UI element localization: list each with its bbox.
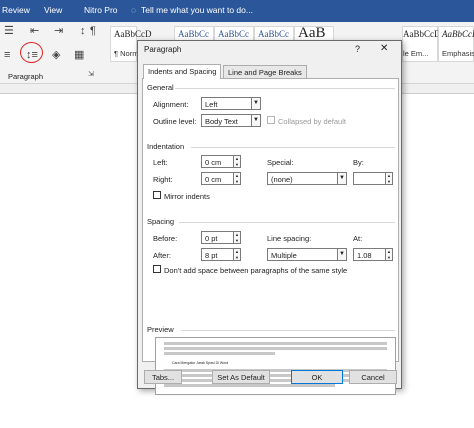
alignment-select[interactable]: Left ▼ (201, 97, 261, 110)
mirror-indents-label: Mirror indents (164, 192, 210, 201)
red-highlight-circle (20, 42, 43, 63)
right-indent-label: Right: (153, 175, 173, 184)
spinner[interactable]: ▲ ▼ (233, 248, 241, 261)
special-select[interactable]: (none) ▼ (267, 172, 347, 185)
at-label: At: (353, 234, 363, 243)
tab-nitro-pro[interactable]: Nitro Pro (84, 5, 118, 15)
chevron-down-icon: ▼ (337, 248, 347, 261)
paragraph-dialog: Paragraph ? ✕ Indents and Spacing Line a… (137, 40, 402, 395)
decrease-indent-icon[interactable]: ⇤ (30, 26, 39, 37)
outline-level-select[interactable]: Body Text ▼ (201, 114, 261, 127)
left-indent-input[interactable]: 0 cm ▲ ▼ (201, 155, 241, 168)
tab-line-and-page-breaks[interactable]: Line and Page Breaks (223, 65, 307, 78)
divider (175, 88, 395, 89)
title-bar: Review View Nitro Pro ◌ Tell me what you… (0, 0, 474, 22)
indentation-section-title: Indentation (147, 142, 185, 151)
justify-icon[interactable]: ≡ (4, 50, 10, 61)
dont-add-space-label: Don't add space between paragraphs of th… (164, 266, 348, 275)
spinner[interactable]: ▲ ▼ (233, 155, 241, 168)
divider (181, 330, 395, 331)
chevron-down-icon: ▼ (251, 114, 261, 127)
tell-me-box[interactable]: Tell me what you want to do... (141, 5, 253, 15)
special-label: Special: (267, 158, 294, 167)
dont-add-space-checkbox[interactable] (153, 265, 161, 273)
after-input[interactable]: 8 pt ▲ ▼ (201, 248, 241, 261)
by-input[interactable]: ▲ ▼ (353, 172, 393, 185)
divider (191, 147, 395, 148)
tab-review[interactable]: Review (2, 5, 30, 15)
paragraph-group-label: Paragraph (8, 72, 44, 81)
preview-section-title: Preview (147, 325, 174, 334)
style-emphasis[interactable]: AaBbCcDc Emphasis (438, 26, 474, 62)
pilcrow-icon[interactable]: ¶ (90, 26, 96, 37)
tab-panel: General Alignment: Left ▼ Outline level:… (142, 78, 399, 395)
collapsed-checkbox[interactable] (267, 116, 275, 124)
preview-box: Cara Mengatur Jarak Spasi Di Word (155, 337, 396, 395)
mirror-indents-checkbox[interactable] (153, 191, 161, 199)
preview-line (164, 342, 387, 345)
spinner[interactable]: ▲ ▼ (385, 172, 393, 185)
cancel-button[interactable]: Cancel (349, 370, 397, 384)
dialog-launcher-icon[interactable]: ⇲ (88, 71, 94, 78)
tab-indents-and-spacing[interactable]: Indents and Spacing (143, 64, 222, 79)
dialog-title: Paragraph (144, 45, 182, 54)
tab-view[interactable]: View (44, 5, 62, 15)
preview-line (164, 384, 335, 387)
collapsed-label: Collapsed by default (278, 117, 346, 126)
set-as-default-button[interactable]: Set As Default (212, 370, 270, 384)
sort-icon[interactable]: ↕ (80, 26, 86, 37)
lightbulb-icon: ◌ (131, 5, 137, 15)
preview-text: Cara Mengatur Jarak Spasi Di Word (172, 361, 229, 365)
line-spacing-select[interactable]: Multiple ▼ (267, 248, 347, 261)
spinner[interactable]: ▲ ▼ (233, 231, 241, 244)
after-label: After: (153, 251, 171, 260)
chevron-down-icon: ▼ (337, 172, 347, 185)
by-label: By: (353, 158, 364, 167)
help-icon[interactable]: ? (355, 44, 360, 54)
spinner[interactable]: ▲ ▼ (385, 248, 393, 261)
before-input[interactable]: 0 pt ▲ ▼ (201, 231, 241, 244)
close-icon[interactable]: ✕ (380, 43, 388, 54)
at-input[interactable]: 1.08 ▲ ▼ (353, 248, 393, 261)
borders-icon[interactable]: ▦ (74, 50, 84, 61)
tabs-button[interactable]: Tabs... (144, 370, 182, 384)
outline-level-label: Outline level: (153, 117, 197, 126)
before-label: Before: (153, 234, 178, 243)
spinner[interactable]: ▲ ▼ (233, 172, 241, 185)
bullets-icon[interactable]: ☰ (4, 26, 14, 37)
increase-indent-icon[interactable]: ⇥ (54, 26, 63, 37)
left-indent-label: Left: (153, 158, 168, 167)
preview-line (164, 347, 387, 350)
general-section-title: General (147, 83, 174, 92)
style-normal[interactable]: AaBbCcD ¶ Norm (110, 26, 152, 62)
preview-line (164, 352, 275, 355)
style-subtle-emphasis[interactable]: AaBbCcDc le Em... (402, 26, 445, 62)
spacing-section-title: Spacing (147, 217, 175, 226)
ok-button[interactable]: OK (291, 370, 343, 384)
line-spacing-label: Line spacing: (267, 234, 312, 243)
right-indent-input[interactable]: 0 cm ▲ ▼ (201, 172, 241, 185)
divider (179, 222, 395, 223)
chevron-down-icon: ▼ (251, 97, 261, 110)
shading-icon[interactable]: ◈ (52, 50, 60, 61)
alignment-label: Alignment: (153, 100, 189, 109)
